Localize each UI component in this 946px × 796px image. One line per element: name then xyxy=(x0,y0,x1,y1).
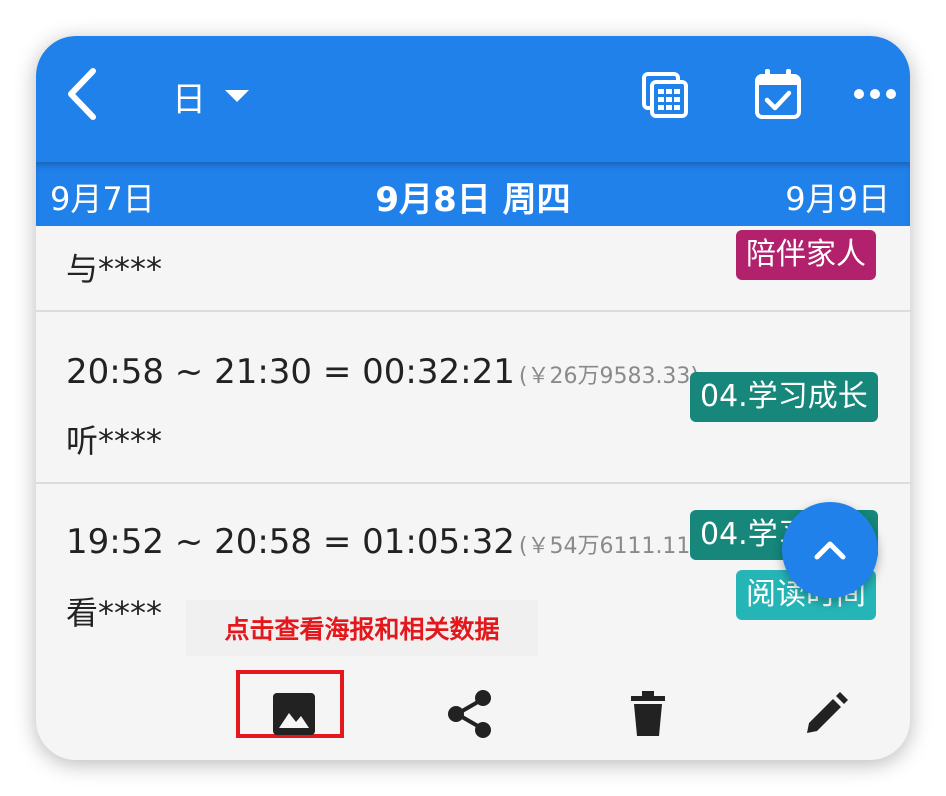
app-window: 日 9月7日 9月8日 周四 9月9日 与**** 陪伴家人 20:58 ~ 2… xyxy=(36,36,910,760)
edit-button[interactable] xyxy=(794,682,858,746)
record-desc: 听**** xyxy=(66,422,163,460)
back-icon xyxy=(68,68,96,120)
time-range: 20:58 ~ 21:30 = 00:32:21 xyxy=(66,352,515,392)
record-action-bar xyxy=(36,668,910,760)
current-date: 9月8日 周四 xyxy=(375,180,571,220)
calendar-check-icon xyxy=(755,69,801,119)
app-bar: 日 xyxy=(36,36,910,162)
share-button[interactable] xyxy=(438,682,502,746)
delete-button[interactable] xyxy=(616,682,680,746)
record-desc: 与**** xyxy=(66,250,163,288)
calendar-grid-icon xyxy=(642,72,688,118)
record-desc: 看**** xyxy=(66,594,163,632)
edit-icon xyxy=(807,692,848,733)
poster-button[interactable] xyxy=(262,682,326,746)
tag-badge: 04.学习成长 xyxy=(690,372,878,422)
value-amount: (￥26万9583.33) xyxy=(518,364,700,389)
list-item[interactable]: 与**** 陪伴家人 xyxy=(36,226,910,310)
more-button[interactable] xyxy=(850,74,900,114)
more-icon xyxy=(854,89,896,99)
view-mode-select[interactable]: 日 xyxy=(172,72,250,120)
calendar-grid-button[interactable] xyxy=(638,68,694,124)
date-navigation: 9月7日 9月8日 周四 9月9日 xyxy=(36,162,910,226)
back-button[interactable] xyxy=(60,66,104,122)
chevron-up-icon xyxy=(814,541,846,560)
share-icon xyxy=(448,690,491,738)
tag-badge: 陪伴家人 xyxy=(736,230,876,280)
view-mode-label: 日 xyxy=(172,79,206,120)
list-item[interactable]: 20:58 ~ 21:30 = 00:32:21 (￥26万9583.33) 听*… xyxy=(36,312,910,482)
next-date-link[interactable]: 9月9日 xyxy=(785,174,890,220)
time-range: 19:52 ~ 20:58 = 01:05:32 xyxy=(66,522,515,562)
scroll-top-button[interactable] xyxy=(782,502,878,598)
value-amount: (￥54万6111.11) xyxy=(518,534,700,559)
record-time: 19:52 ~ 20:58 = 01:05:32 (￥54万6111.11) xyxy=(66,522,699,562)
poster-hint-label: 点击查看海报和相关数据 xyxy=(186,600,538,656)
poster-icon xyxy=(273,693,315,735)
record-time: 20:58 ~ 21:30 = 00:32:21 (￥26万9583.33) xyxy=(66,352,699,392)
delete-icon xyxy=(631,691,665,736)
calendar-check-button[interactable] xyxy=(750,66,806,122)
dropdown-caret-icon xyxy=(225,90,249,102)
